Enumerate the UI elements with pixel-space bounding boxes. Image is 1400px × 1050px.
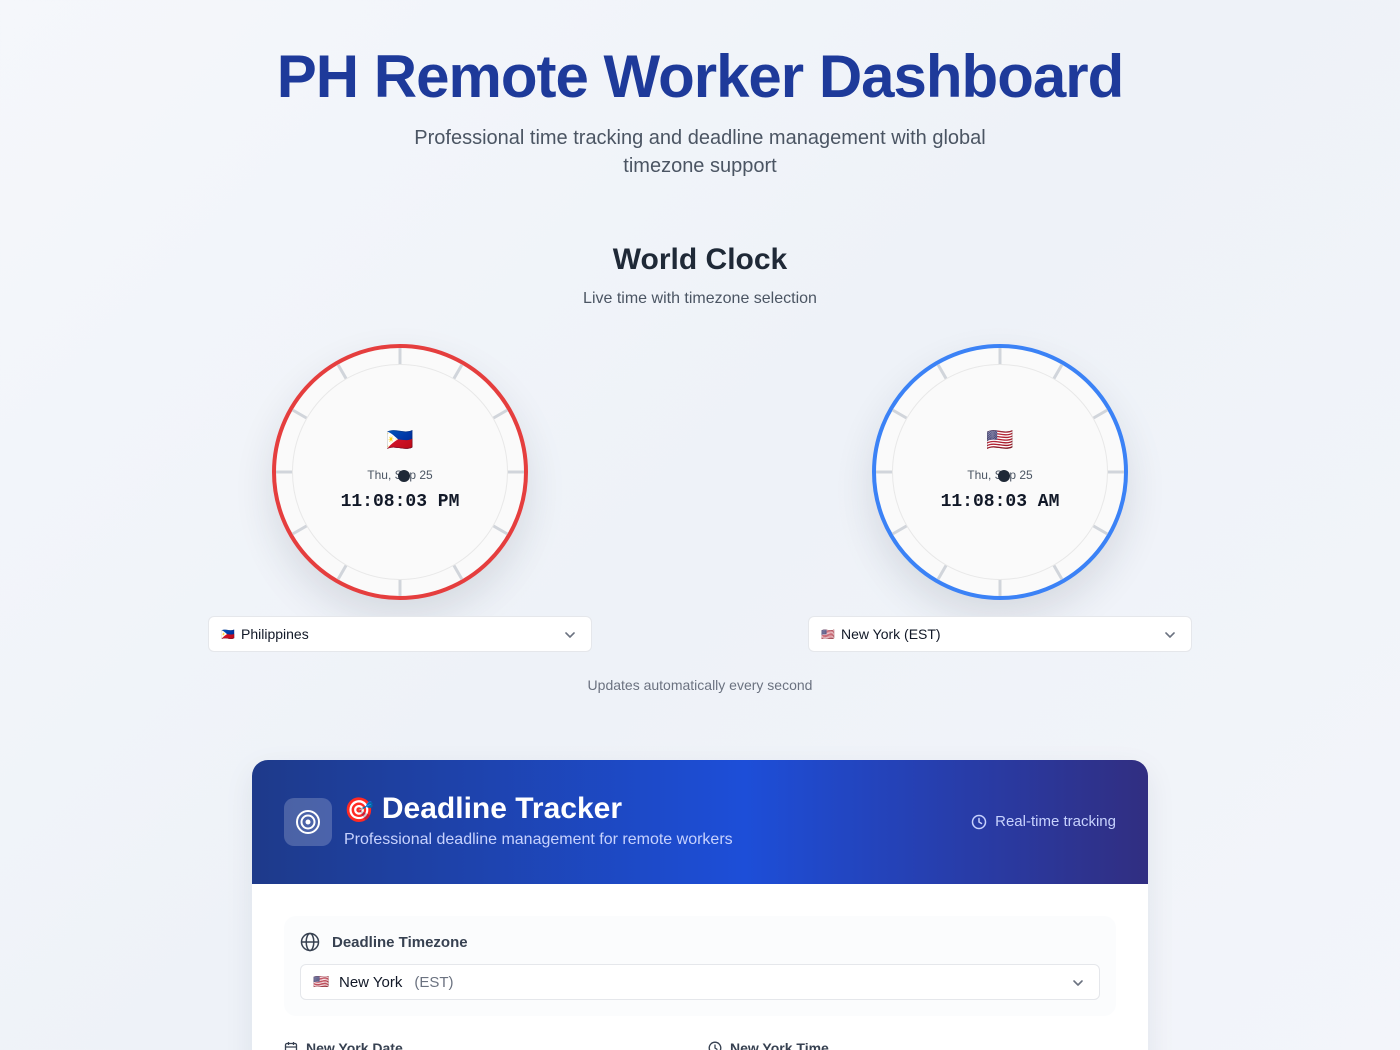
page-title: PH Remote Worker Dashboard (276, 43, 1124, 110)
target-icon (296, 810, 320, 834)
target-emoji-icon: 🎯 (344, 796, 374, 824)
clock-center-dot (998, 470, 1010, 482)
timezone-select-new-york[interactable]: 🇺🇸 New York (EST) (808, 616, 1192, 652)
flag-icon: 🇺🇸 (821, 628, 835, 641)
clock-time: 11:08:03 PM (340, 492, 460, 512)
deadline-timezone-select[interactable]: 🇺🇸 New York (EST) (300, 964, 1100, 1000)
timezone-city: New York (339, 973, 403, 991)
timezone-abbr: (EST) (414, 973, 454, 991)
timezone-select-label: Philippines (241, 626, 309, 642)
deadline-time-label: New York Time (708, 1040, 829, 1050)
page-subtitle: Professional time tracking and deadline … (414, 127, 986, 177)
clock-center-dot (398, 470, 410, 482)
realtime-label: Real-time tracking (995, 813, 1116, 830)
deadline-tracker-subtitle: Professional deadline management for rem… (344, 831, 733, 848)
chevron-down-icon (1165, 632, 1175, 638)
clock-icon (708, 1041, 722, 1050)
globe-icon (300, 932, 320, 952)
deadline-date-label: New York Date (284, 1040, 403, 1050)
clock-icon (971, 814, 987, 829)
calendar-icon (284, 1042, 298, 1050)
deadline-tracker-card: 🎯 Deadline Tracker Professional deadline … (252, 760, 1148, 1050)
deadline-time-label-text: New York Time (730, 1040, 829, 1050)
clock-time: 11:08:03 AM (940, 492, 1060, 512)
flag-icon: 🇵🇭 (221, 628, 235, 641)
flag-icon: 🇵🇭 (386, 428, 414, 453)
deadline-tracker-title-text: Deadline Tracker (381, 792, 623, 825)
flag-icon: 🇺🇸 (986, 428, 1014, 453)
chevron-down-icon (1073, 980, 1083, 986)
timezone-select-label: New York (EST) (841, 626, 941, 642)
deadline-timezone-label-text: Deadline Timezone (332, 933, 468, 951)
clock-new-york: 🇺🇸 Thu, Sep 25 11:08:03 AM (872, 344, 1128, 600)
realtime-indicator: Real-time tracking (971, 813, 1116, 830)
deadline-timezone-panel: Deadline Timezone 🇺🇸 New York (EST) (284, 916, 1116, 1016)
flag-icon: 🇺🇸 (313, 974, 330, 989)
target-icon-box (284, 798, 332, 846)
world-clock-title: World Clock (612, 243, 788, 276)
world-clock-subtitle: Live time with timezone selection (583, 290, 817, 307)
deadline-tracker-title: 🎯 Deadline Tracker (344, 792, 622, 826)
deadline-timezone-label: Deadline Timezone (300, 932, 468, 952)
deadline-date-label-text: New York Date (306, 1040, 403, 1050)
deadline-tracker-header: 🎯 Deadline Tracker Professional deadline … (252, 760, 1148, 884)
clock-philippines: 🇵🇭 Thu, Sep 25 11:08:03 PM (272, 344, 528, 600)
update-note: Updates automatically every second (587, 677, 813, 693)
timezone-select-philippines[interactable]: 🇵🇭 Philippines (208, 616, 592, 652)
chevron-down-icon (565, 632, 575, 638)
